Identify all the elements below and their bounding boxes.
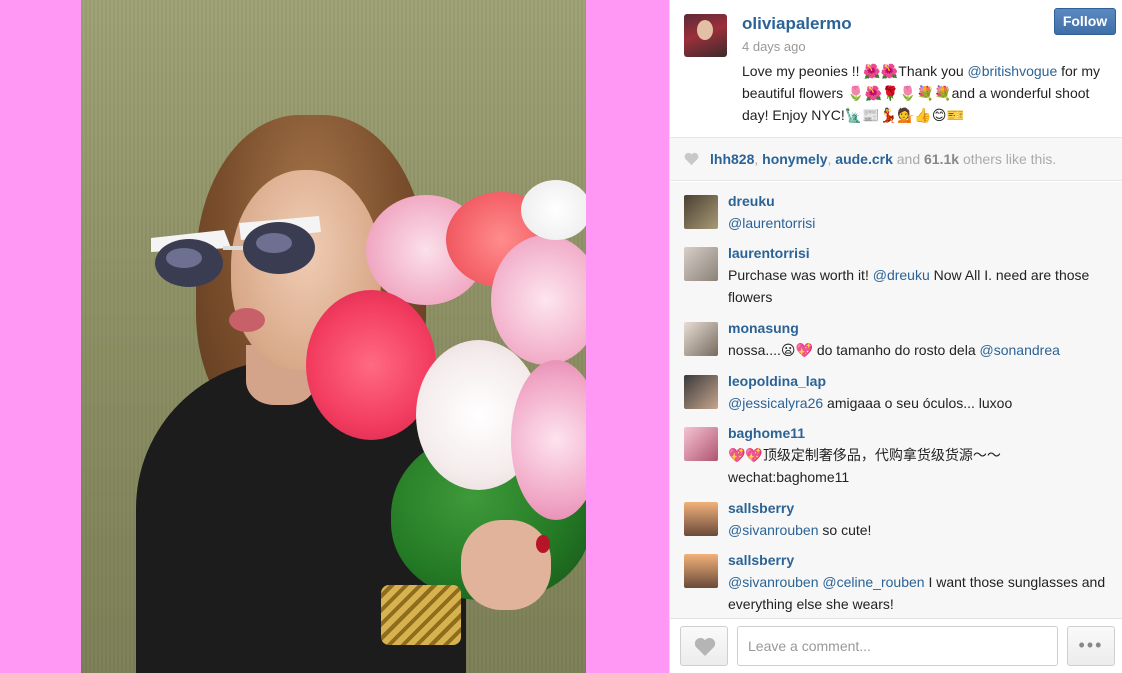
photo-sunglasses	[151, 216, 321, 287]
heart-icon	[694, 637, 716, 656]
post-photo[interactable]	[81, 0, 586, 673]
liker-username[interactable]: aude.crk	[835, 151, 893, 167]
likes-row: lhh828, honymely, aude.crk and 61.1k oth…	[670, 138, 1122, 181]
commenter-avatar[interactable]	[684, 375, 718, 409]
comment-mention[interactable]: @sonandrea	[980, 342, 1060, 358]
comment-item: monasung nossa....😦💖 do tamanho do rosto…	[670, 309, 1122, 361]
author-avatar[interactable]	[684, 14, 727, 57]
caption-mention[interactable]: @britishvogue	[968, 63, 1058, 79]
photo-lips	[229, 308, 265, 332]
like-button[interactable]	[680, 626, 728, 666]
comment-item: dreuku @laurentorrisi	[670, 182, 1122, 234]
media-area	[0, 0, 669, 673]
likes-count[interactable]: 61.1k	[924, 151, 959, 167]
commenter-username[interactable]: sallsberry	[728, 500, 794, 516]
post-caption: Love my peonies !! 🌺🌺Thank you @britishv…	[742, 60, 1112, 126]
commenter-username[interactable]: laurentorrisi	[728, 245, 810, 261]
photo-bracelet	[381, 585, 461, 645]
likes-summary: lhh828, honymely, aude.crk and 61.1k oth…	[710, 151, 1057, 167]
more-options-button[interactable]: •••	[1067, 626, 1115, 666]
comment-item: sallsberry @sivanrouben so cute!	[670, 489, 1122, 541]
more-dots-icon: •••	[1078, 635, 1104, 655]
commenter-avatar[interactable]	[684, 322, 718, 356]
post-side-panel: oliviapalermo 4 days ago Follow Love my …	[669, 0, 1122, 673]
comment-footer: •••	[670, 618, 1122, 673]
commenter-username[interactable]: monasung	[728, 320, 799, 336]
comment-text: 💖💖顶级定制奢侈品，代购拿货级货源～～ wechat:baghome11	[728, 447, 1001, 485]
commenter-username[interactable]: leopoldina_lap	[728, 373, 826, 389]
commenter-avatar[interactable]	[684, 554, 718, 588]
photo-flower	[521, 180, 586, 240]
comment-mention[interactable]: @sivanrouben	[728, 522, 819, 538]
author-username[interactable]: oliviapalermo	[742, 14, 852, 34]
comment-item: sallsberry @sivanrouben @celine_rouben I…	[670, 541, 1122, 618]
comment-input[interactable]	[737, 626, 1058, 666]
comment-mention[interactable]: @laurentorrisi	[728, 215, 815, 231]
follow-button[interactable]: Follow	[1054, 8, 1116, 35]
commenter-avatar[interactable]	[684, 247, 718, 281]
comment-item: laurentorrisi Purchase was worth it! @dr…	[670, 234, 1122, 308]
heart-icon	[684, 152, 699, 166]
commenter-avatar[interactable]	[684, 427, 718, 461]
post-header: oliviapalermo 4 days ago Follow Love my …	[670, 0, 1122, 138]
comment-mention[interactable]: @sivanrouben	[728, 574, 819, 590]
liker-username[interactable]: lhh828	[710, 151, 754, 167]
photo-hand	[461, 520, 551, 610]
comment-item: leopoldina_lap @jessicalyra26 amigaaa o …	[670, 362, 1122, 414]
post-timestamp[interactable]: 4 days ago	[742, 39, 806, 54]
comment-text: @sivanrouben @celine_rouben I want those…	[728, 574, 1106, 612]
commenter-username[interactable]: baghome11	[728, 425, 805, 441]
comment-mention[interactable]: @dreuku	[873, 267, 930, 283]
comment-text: @laurentorrisi	[728, 212, 1113, 234]
comment-text: @jessicalyra26 amigaaa o seu óculos... l…	[728, 395, 1013, 411]
commenter-avatar[interactable]	[684, 195, 718, 229]
liker-username[interactable]: honymely	[762, 151, 827, 167]
comment-text: @sivanrouben so cute!	[728, 522, 872, 538]
caption-text: Love my peonies !! 🌺🌺Thank you	[742, 63, 968, 79]
comments-list[interactable]: dreuku @laurentorrisi laurentorrisi Purc…	[670, 182, 1122, 618]
comment-mention[interactable]: @celine_rouben	[822, 574, 924, 590]
comment-text: Purchase was worth it! @dreuku Now All I…	[728, 267, 1090, 305]
comment-mention[interactable]: @jessicalyra26	[728, 395, 823, 411]
commenter-username[interactable]: sallsberry	[728, 552, 794, 568]
photo-nail	[536, 535, 550, 553]
commenter-username[interactable]: dreuku	[728, 193, 775, 209]
commenter-avatar[interactable]	[684, 502, 718, 536]
comment-item: baghome11 💖💖顶级定制奢侈品，代购拿货级货源～～ wechat:bag…	[670, 414, 1122, 489]
comment-text: nossa....😦💖 do tamanho do rosto dela @so…	[728, 342, 1060, 358]
